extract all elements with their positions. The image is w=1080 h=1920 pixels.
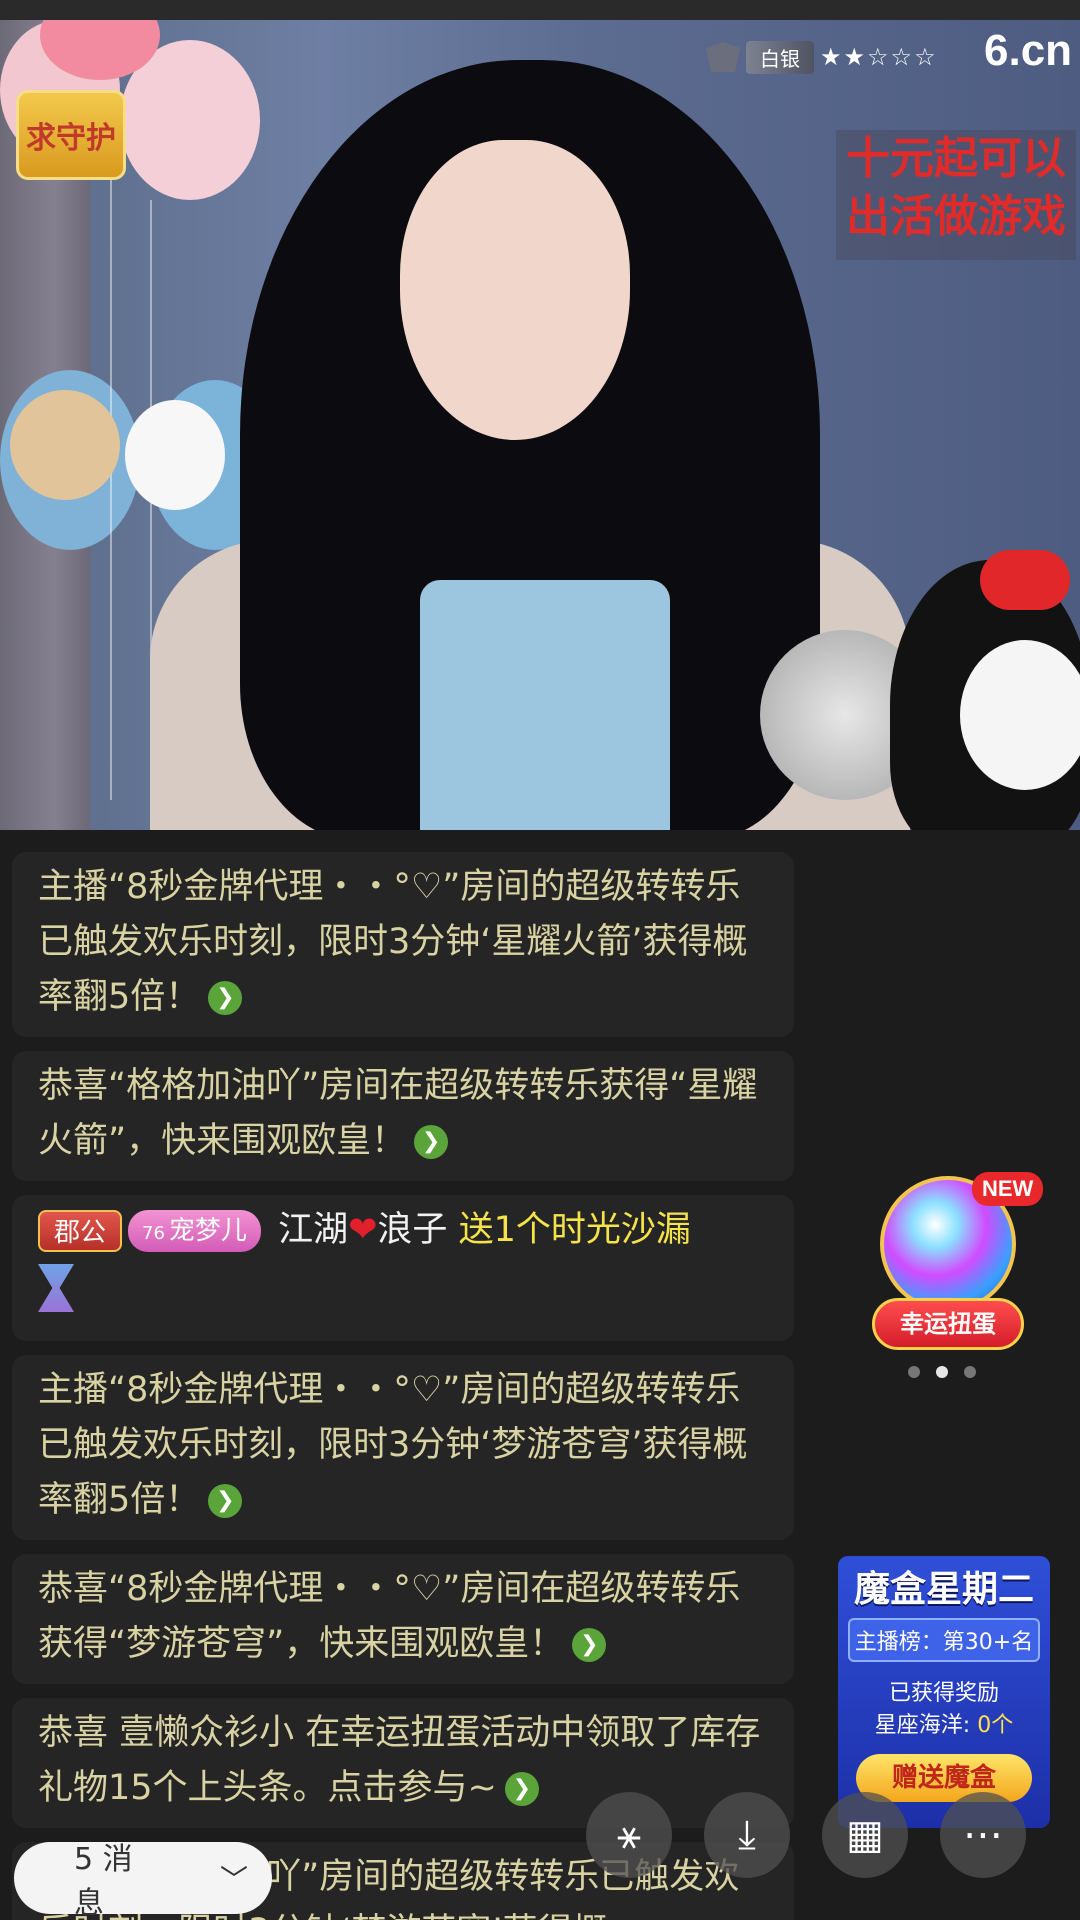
chevron-down-icon: ﹀ <box>219 1863 248 1896</box>
messages-label: 5 消息 <box>74 1842 133 1920</box>
site-logo: 6.cn <box>984 26 1073 75</box>
promo-line-1: 十元起可以 <box>846 133 1066 184</box>
guard-badge[interactable]: 求守护 <box>16 90 126 180</box>
chat-message[interactable]: 恭喜 壹懒众衫小 在幸运扭蛋活动中领取了库存礼物15个上头条。点击参与~ ❯ <box>12 1698 794 1828</box>
reward-title: 已获得奖励 <box>888 1681 999 1706</box>
promo-overlay: 十元起可以 出活做游戏 <box>836 130 1076 260</box>
download-icon[interactable]: ⤓ <box>704 1792 790 1878</box>
reward-line: 星座海洋: 0个 <box>838 1710 1050 1742</box>
grid-menu-icon[interactable]: ▦ <box>822 1792 908 1878</box>
share-icon[interactable]: ⚹ <box>586 1792 672 1878</box>
chat-list[interactable]: 主播“8秒金牌代理・・°♡”房间的超级转转乐已触发欢乐时刻，限时3分钟‘星耀火箭… <box>12 852 796 1920</box>
live-video[interactable]: 求守护 十元起可以 出活做游戏 <box>0 20 1080 830</box>
gift-text: 送1个时光沙漏 <box>458 1210 691 1250</box>
lucky-gacha-widget[interactable]: NEW 幸运扭蛋 <box>868 1168 1044 1358</box>
anchor-rank-line: 主播榜：第30+名 <box>848 1618 1040 1662</box>
magic-box-title: 魔盒星期二 <box>853 1569 1034 1610</box>
go-arrow-icon[interactable]: ❯ <box>208 1484 243 1518</box>
go-arrow-icon[interactable]: ❯ <box>414 1125 449 1159</box>
heart-icon: ❤ <box>348 1210 378 1250</box>
plush-face <box>960 640 1080 790</box>
anchor-rank[interactable]: 白银 ★★☆☆☆ <box>706 40 938 74</box>
bear-toy <box>10 390 120 500</box>
go-arrow-icon[interactable]: ❯ <box>208 981 243 1015</box>
streamer-top <box>420 580 670 830</box>
rank-label: 白银 <box>746 40 814 74</box>
pager-dot[interactable] <box>908 1366 920 1378</box>
message-text: 恭喜“8秒金牌代理・・°♡”房间在超级转转乐获得“梦游苍穹”，快来围观欧皇！ <box>38 1569 741 1664</box>
noble-badge[interactable]: 郡公 <box>38 1210 123 1252</box>
messages-button[interactable]: 5 消息 ﹀ <box>14 1842 272 1920</box>
message-text: 主播“8秒金牌代理・・°♡”房间的超级转转乐已触发欢乐时刻，限时3分钟‘星耀火箭… <box>38 867 748 1017</box>
status-bar <box>0 0 1080 20</box>
chat-message[interactable]: 主播“8秒金牌代理・・°♡”房间的超级转转乐已触发欢乐时刻，限时3分钟‘星耀火箭… <box>12 852 794 1037</box>
gift-user-part-b[interactable]: 浪子 <box>377 1210 447 1250</box>
promo-line-2: 出活做游戏 <box>846 191 1066 242</box>
message-text: 恭喜“格格加油吖”房间在超级转转乐获得“星耀火箭”，快来围观欧皇！ <box>38 1066 758 1161</box>
message-text: 主播“8秒金牌代理・・°♡”房间的超级转转乐已触发欢乐时刻，限时3分钟‘梦游苍穹… <box>38 1370 748 1520</box>
streamer-face <box>400 140 630 440</box>
message-text: 恭喜 壹懒众衫小 在幸运扭蛋活动中领取了库存礼物15个上头条。点击参与~ <box>38 1713 761 1808</box>
reward-item: 星座海洋: <box>874 1713 971 1738</box>
hourglass-gift-icon <box>38 1264 74 1312</box>
reward-count: 0个 <box>977 1713 1014 1738</box>
chat-message[interactable]: 主播“8秒金牌代理・・°♡”房间的超级转转乐已触发欢乐时刻，限时3分钟‘梦游苍穹… <box>12 1355 794 1540</box>
pager-dot[interactable] <box>964 1366 976 1378</box>
bunny-toy <box>125 400 225 510</box>
rank-shield-icon <box>706 42 740 72</box>
balloon-string <box>110 180 112 800</box>
more-icon[interactable]: ⋯ <box>940 1792 1026 1878</box>
go-arrow-icon[interactable]: ❯ <box>504 1772 539 1806</box>
pager-dot-active[interactable] <box>936 1366 948 1378</box>
pet-name: 宠梦儿 <box>168 1216 247 1246</box>
gift-message[interactable]: 郡公 76 宠梦儿 江湖❤浪子 送1个时光沙漏 <box>12 1195 794 1341</box>
new-badge: NEW <box>972 1172 1044 1206</box>
rank-stars: ★★☆☆☆ <box>820 43 938 71</box>
go-arrow-icon[interactable]: ❯ <box>572 1628 607 1662</box>
chat-message[interactable]: 恭喜“8秒金牌代理・・°♡”房间在超级转转乐获得“梦游苍穹”，快来围观欧皇！ ❯ <box>12 1554 794 1684</box>
live-room-screen: 求守护 十元起可以 出活做游戏 白银 ★★☆☆☆ 6.cn 主播“8秒金牌代理・… <box>0 0 1080 1920</box>
pet-badge[interactable]: 76 宠梦儿 <box>128 1210 261 1252</box>
chat-message[interactable]: 恭喜“格格加油吖”房间在超级转转乐获得“星耀火箭”，快来围观欧皇！ ❯ <box>12 1051 794 1181</box>
magic-box-widget[interactable]: 魔盒星期二 主播榜：第30+名 已获得奖励 星座海洋: 0个 赠送魔盒 <box>838 1556 1050 1828</box>
gift-user-part-a[interactable]: 江湖 <box>278 1210 348 1250</box>
reward-info: 已获得奖励 星座海洋: 0个 <box>838 1678 1050 1742</box>
lucky-gacha-button[interactable]: 幸运扭蛋 <box>872 1298 1024 1350</box>
widget-pager[interactable] <box>908 1366 976 1378</box>
plush-bow <box>980 550 1070 610</box>
pet-level: 76 <box>142 1223 165 1244</box>
